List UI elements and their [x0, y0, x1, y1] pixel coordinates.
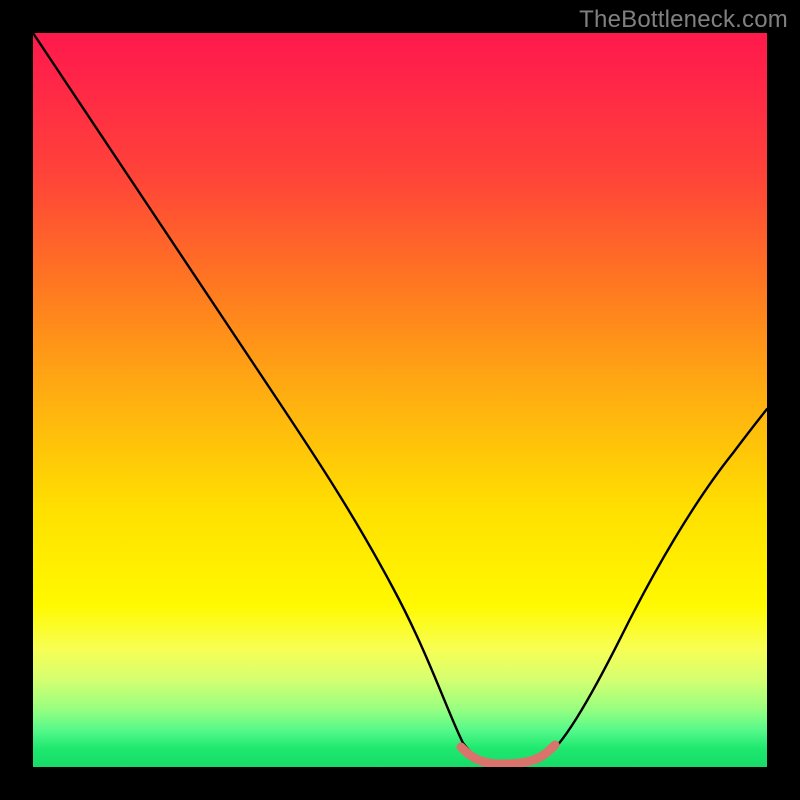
- watermark-text: TheBottleneck.com: [579, 6, 788, 34]
- plot-area: [33, 33, 767, 767]
- bottleneck-curve: [33, 33, 767, 764]
- curve-layer: [33, 33, 767, 767]
- accent-segment: [461, 745, 555, 764]
- chart-frame: TheBottleneck.com: [0, 0, 800, 800]
